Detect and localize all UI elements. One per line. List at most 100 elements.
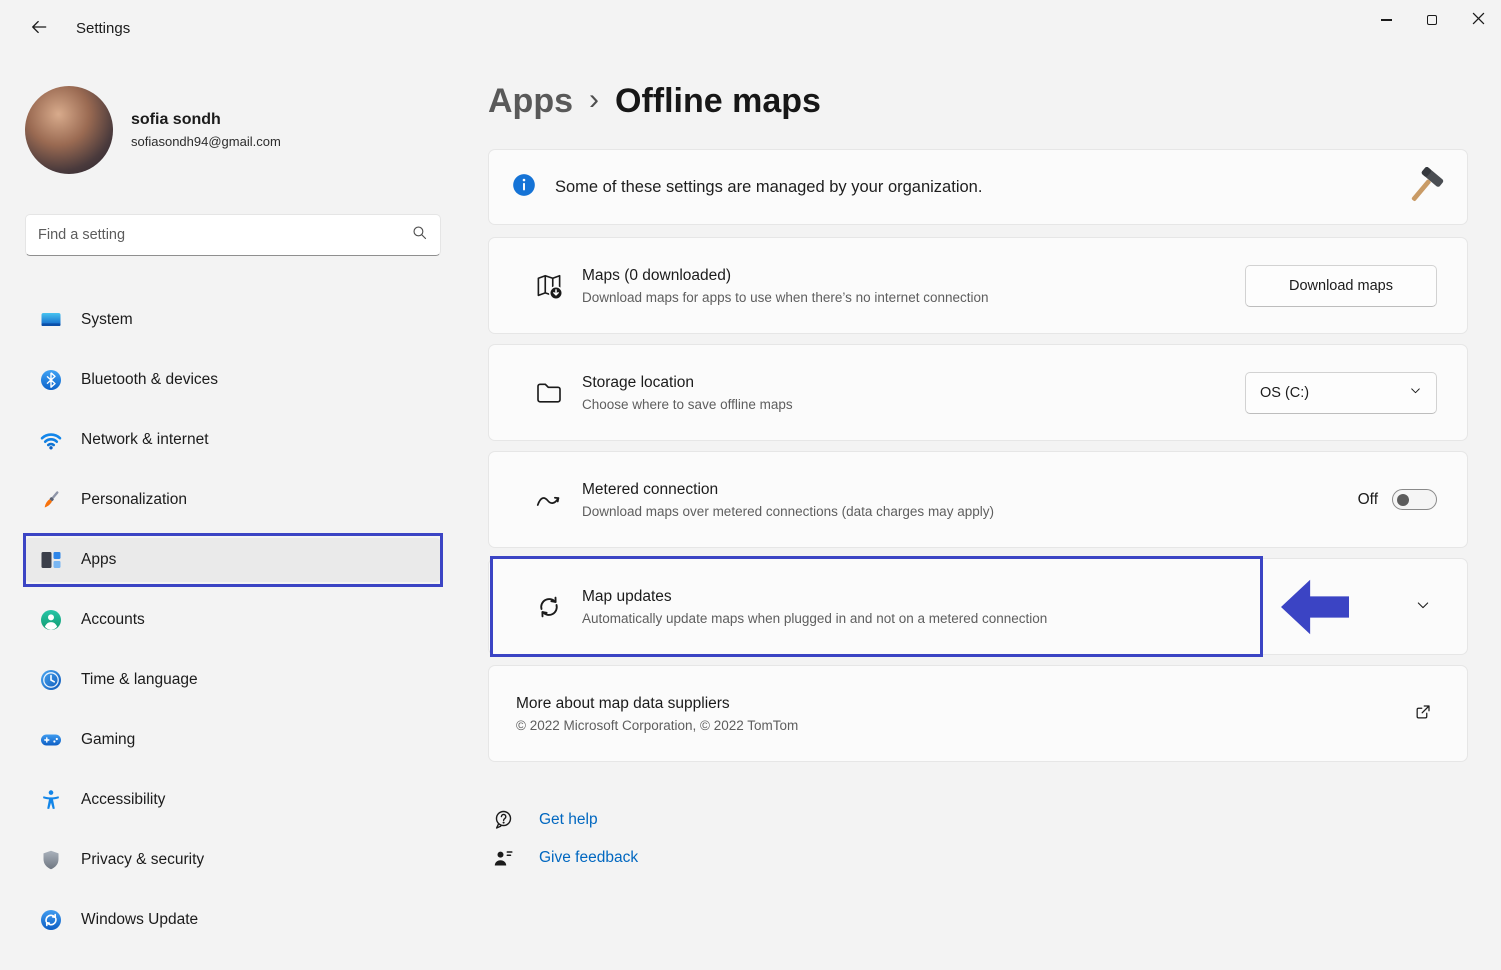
accounts-icon — [39, 608, 63, 632]
chevron-down-icon — [1409, 384, 1422, 401]
sidebar-item-label: Bluetooth & devices — [81, 371, 218, 389]
user-profile[interactable]: sofia sondh sofiasondh94@gmail.com — [25, 86, 441, 174]
back-arrow-icon — [29, 17, 49, 40]
chevron-down-icon — [1415, 597, 1431, 616]
windows-update-icon — [39, 908, 63, 932]
titlebar: Settings — [0, 0, 1501, 56]
map-updates-title: Map updates — [582, 588, 1047, 606]
external-link-icon — [1413, 702, 1433, 725]
map-updates-subtitle: Automatically update maps when plugged i… — [582, 611, 1047, 626]
external-link-button[interactable] — [1409, 698, 1437, 729]
app-title: Settings — [76, 20, 130, 37]
sidebar-item-label: Apps — [81, 551, 116, 569]
breadcrumb: Apps › Offline maps — [488, 82, 1468, 121]
bluetooth-icon — [39, 368, 63, 392]
map-updates-card[interactable]: Map updates Automatically update maps wh… — [488, 558, 1468, 655]
minimize-button[interactable] — [1363, 0, 1409, 40]
avatar — [25, 86, 113, 174]
sidebar-item-accessibility[interactable]: Accessibility — [25, 778, 441, 822]
maximize-icon — [1427, 15, 1437, 25]
sidebar-item-label: Gaming — [81, 731, 135, 749]
search-box — [25, 214, 441, 256]
sidebar-item-gaming[interactable]: Gaming — [25, 718, 441, 762]
metered-connection-toggle[interactable] — [1392, 489, 1437, 510]
metered-connection-card: Metered connection Download maps over me… — [488, 451, 1468, 548]
organization-banner: Some of these settings are managed by yo… — [488, 149, 1468, 225]
sidebar-item-label: Personalization — [81, 491, 187, 509]
storage-location-value: OS (C:) — [1260, 385, 1309, 401]
map-suppliers-card[interactable]: More about map data suppliers © 2022 Mic… — [488, 665, 1468, 762]
storage-location-card: Storage location Choose where to save of… — [488, 344, 1468, 441]
window-controls — [1363, 0, 1501, 40]
metered-connection-icon — [534, 485, 564, 515]
user-name: sofia sondh — [131, 111, 281, 129]
maps-title: Maps (0 downloaded) — [582, 267, 989, 285]
toggle-state-label: Off — [1358, 491, 1378, 509]
privacy-security-icon — [39, 848, 63, 872]
storage-subtitle: Choose where to save offline maps — [582, 397, 793, 412]
apps-icon — [39, 548, 63, 572]
suppliers-copyright: © 2022 Microsoft Corporation, © 2022 Tom… — [516, 718, 798, 733]
sidebar-item-label: Windows Update — [81, 911, 198, 929]
network-icon — [39, 428, 63, 452]
folder-icon — [534, 378, 564, 408]
metered-title: Metered connection — [582, 481, 994, 499]
sidebar-item-network[interactable]: Network & internet — [25, 418, 441, 462]
give-feedback-icon — [491, 846, 515, 870]
minimize-icon — [1381, 19, 1392, 20]
sidebar-item-privacy-security[interactable]: Privacy & security — [25, 838, 441, 882]
sidebar-item-label: System — [81, 311, 133, 329]
maps-card: Maps (0 downloaded) Download maps for ap… — [488, 237, 1468, 334]
help-links: Get help Give feedback — [488, 808, 1468, 870]
back-button[interactable] — [22, 13, 56, 43]
get-help-link[interactable]: Get help — [539, 811, 598, 829]
suppliers-title: More about map data suppliers — [516, 695, 798, 713]
close-button[interactable] — [1455, 0, 1501, 40]
sidebar-item-time-language[interactable]: Time & language — [25, 658, 441, 702]
search-icon — [411, 224, 428, 246]
sidebar-item-system[interactable]: System — [25, 298, 441, 342]
page-title: Offline maps — [615, 82, 821, 121]
settings-cards: Maps (0 downloaded) Download maps for ap… — [488, 237, 1468, 762]
maps-subtitle: Download maps for apps to use when there… — [582, 290, 989, 305]
chevron-right-icon: › — [589, 83, 599, 121]
sidebar: sofia sondh sofiasondh94@gmail.com Syste… — [0, 56, 465, 970]
personalization-icon — [39, 488, 63, 512]
banner-text: Some of these settings are managed by yo… — [555, 178, 982, 197]
sidebar-item-label: Accounts — [81, 611, 145, 629]
sidebar-item-personalization[interactable]: Personalization — [25, 478, 441, 522]
accessibility-icon — [39, 788, 63, 812]
sidebar-item-bluetooth[interactable]: Bluetooth & devices — [25, 358, 441, 402]
give-feedback-link[interactable]: Give feedback — [539, 849, 638, 867]
annotation-arrow — [1281, 579, 1349, 635]
give-feedback-row: Give feedback — [488, 846, 1468, 870]
close-icon — [1472, 12, 1485, 28]
map-updates-expand-button[interactable] — [1409, 591, 1437, 622]
download-maps-button[interactable]: Download maps — [1245, 265, 1437, 307]
sidebar-item-accounts[interactable]: Accounts — [25, 598, 441, 642]
breadcrumb-apps[interactable]: Apps — [488, 82, 573, 121]
sidebar-item-label: Network & internet — [81, 431, 209, 449]
storage-title: Storage location — [582, 374, 793, 392]
hammer-cursor-image — [1401, 164, 1447, 210]
metered-subtitle: Download maps over metered connections (… — [582, 504, 994, 519]
maps-icon — [534, 271, 564, 301]
time-language-icon — [39, 668, 63, 692]
sidebar-item-label: Time & language — [81, 671, 198, 689]
sidebar-item-apps[interactable]: Apps — [25, 538, 441, 582]
map-updates-sync-icon — [534, 592, 564, 622]
main-content: Apps › Offline maps Some of these settin… — [465, 56, 1501, 970]
sidebar-nav: System Bluetooth & devices Network & int… — [25, 298, 441, 942]
toggle-knob — [1397, 494, 1409, 506]
info-icon — [511, 172, 537, 203]
storage-location-dropdown[interactable]: OS (C:) — [1245, 372, 1437, 414]
maximize-button[interactable] — [1409, 0, 1455, 40]
user-email: sofiasondh94@gmail.com — [131, 134, 281, 149]
sidebar-item-windows-update[interactable]: Windows Update — [25, 898, 441, 942]
gaming-icon — [39, 728, 63, 752]
search-input[interactable] — [38, 227, 411, 243]
get-help-icon — [491, 808, 515, 832]
sidebar-item-label: Privacy & security — [81, 851, 204, 869]
system-icon — [39, 308, 63, 332]
sidebar-item-label: Accessibility — [81, 791, 165, 809]
